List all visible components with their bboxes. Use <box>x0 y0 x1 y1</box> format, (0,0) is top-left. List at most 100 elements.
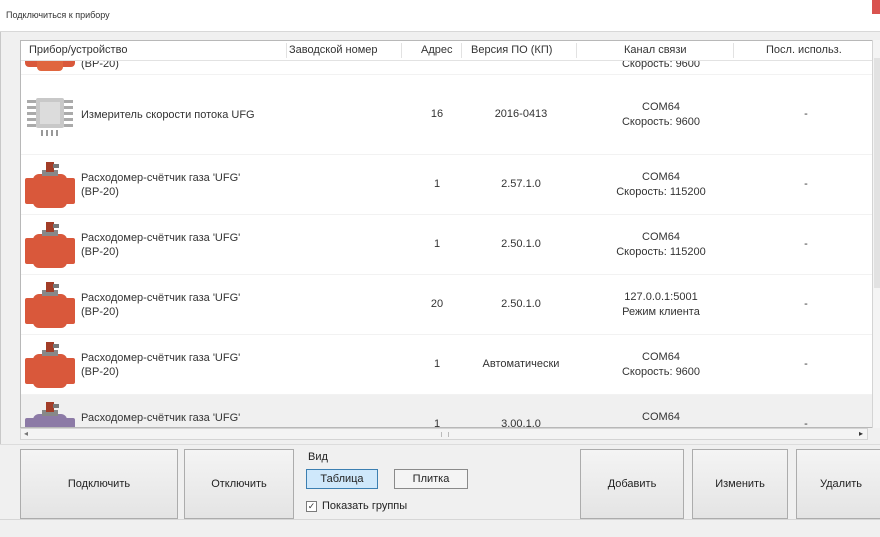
device-version: 2.50.1.0 <box>501 298 541 310</box>
device-table: Прибор/устройство Заводской номер Адрес … <box>20 40 880 428</box>
device-name-line1: Расходомер-счётчик газа 'UFG' <box>81 232 241 244</box>
table-row-partial[interactable]: (ВР-20) Скорость: 9600 <box>21 61 880 75</box>
device-name-line1: Расходомер-счётчик газа 'UFG' <box>81 412 241 424</box>
show-groups-label: Показать группы <box>322 500 408 512</box>
channel-port: COM64 <box>642 351 680 363</box>
device-name-line1: Измеритель скорости потока UFG <box>81 109 255 121</box>
channel-speed: Скорость: 9600 <box>621 366 701 378</box>
view-table-toggle[interactable]: Таблица <box>306 469 378 489</box>
device-last-used: - <box>804 178 808 190</box>
show-groups-checkbox[interactable]: ✓ Показать группы <box>306 500 407 512</box>
col-separator <box>733 43 734 58</box>
device-last-used: - <box>804 108 808 120</box>
close-button[interactable] <box>872 0 880 14</box>
channel-port: 127.0.0.1:5001 <box>624 291 698 303</box>
device-name: Расходомер-счётчик газа 'UFG' (ВР-20) <box>81 171 240 199</box>
view-tile-toggle[interactable]: Плитка <box>394 469 468 489</box>
device-version: 2.50.1.0 <box>501 238 541 250</box>
horizontal-scrollbar[interactable]: ◂ ▸ <box>20 428 868 440</box>
scroll-right-icon[interactable]: ▸ <box>859 429 863 438</box>
device-address: 1 <box>433 178 441 190</box>
window-title: Подключиться к прибору <box>6 10 110 20</box>
channel-speed: Скорость: 115200 <box>616 246 706 258</box>
col-separator <box>461 43 462 58</box>
checkbox-icon[interactable]: ✓ <box>306 500 317 512</box>
channel-speed: Режим клиента <box>622 306 700 318</box>
col-last-used[interactable]: Посл. использ. <box>766 44 842 56</box>
col-channel[interactable]: Канал связи <box>624 44 687 56</box>
vertical-scrollbar[interactable] <box>872 40 880 428</box>
flowmeter-icon <box>25 61 75 71</box>
col-device[interactable]: Прибор/устройство <box>29 44 127 56</box>
disconnect-button[interactable]: Отключить <box>184 449 294 519</box>
device-name: (ВР-20) <box>81 61 119 70</box>
col-address[interactable]: Адрес <box>421 44 453 56</box>
table-row[interactable]: Расходомер-счётчик газа 'UFG' (ВР-20) 1 2… <box>21 155 880 215</box>
device-channel: COM64 Скорость: 9600 <box>591 100 731 130</box>
device-channel: COM64 Скорость: 115200 <box>591 170 731 200</box>
device-address: 16 <box>430 108 444 120</box>
device-name-line1: Расходомер-счётчик газа 'UFG' <box>81 292 241 304</box>
device-name-line2: (ВР-20) <box>81 246 119 258</box>
device-name-line1: Расходомер-счётчик газа 'UFG' <box>81 352 241 364</box>
scroll-left-icon[interactable]: ◂ <box>24 429 28 438</box>
device-channel: COM64 Скорость: 115200 <box>591 230 731 260</box>
vertical-scroll-thumb[interactable] <box>874 58 880 288</box>
col-serial[interactable]: Заводской номер <box>289 44 378 56</box>
table-row[interactable]: Расходомер-счётчик газа 'UFG'(ВР-20) 1 3… <box>21 395 880 428</box>
device-channel: COM64Скорость: 9600 <box>591 410 731 427</box>
device-name-line2: (ВР-20) <box>81 306 119 318</box>
device-name-line1: Расходомер-счётчик газа 'UFG' <box>81 172 241 184</box>
device-version: 2016-0413 <box>494 108 548 120</box>
device-address: 1 <box>433 238 441 250</box>
device-address: 1 <box>433 358 441 370</box>
view-label: Вид <box>308 451 328 463</box>
device-last-used: - <box>804 358 808 370</box>
channel-port: COM64 <box>642 101 680 113</box>
col-separator <box>401 43 402 58</box>
table-row[interactable]: Расходомер-счётчик газа 'UFG' (ВР-20) 1 А… <box>21 335 880 395</box>
device-channel: 127.0.0.1:5001 Режим клиента <box>591 290 731 320</box>
table-row[interactable]: Расходомер-счётчик газа 'UFG' (ВР-20) 1 2… <box>21 215 880 275</box>
status-bar <box>0 519 880 537</box>
channel-port: COM64 <box>642 231 680 243</box>
device-last-used: - <box>804 298 808 310</box>
flowmeter-icon <box>25 402 75 427</box>
action-panel: Подключить Отключить Вид Таблица Плитка … <box>0 444 880 519</box>
connect-button[interactable]: Подключить <box>20 449 178 519</box>
device-version: 2.57.1.0 <box>501 178 541 190</box>
device-name-line2: (ВР-20) <box>81 186 119 198</box>
device-name-line2: (ВР-20) <box>81 366 119 378</box>
device-last-used: - <box>804 238 808 250</box>
device-address: 1 <box>433 418 441 428</box>
flowmeter-icon <box>25 342 75 388</box>
device-address: 20 <box>430 298 444 310</box>
add-button[interactable]: Добавить <box>580 449 684 519</box>
device-name: Расходомер-счётчик газа 'UFG'(ВР-20) <box>81 411 241 427</box>
channel-speed: Скорость: 9600 <box>621 61 701 70</box>
device-name: Расходомер-счётчик газа 'UFG' (ВР-20) <box>81 231 240 259</box>
chip-icon <box>27 98 73 136</box>
col-separator <box>576 43 577 58</box>
device-last-used: - <box>804 418 808 428</box>
device-name: Расходомер-счётчик газа 'UFG' (ВР-20) <box>81 291 240 319</box>
edit-button[interactable]: Изменить <box>692 449 788 519</box>
channel-port: COM64 <box>642 411 680 423</box>
table-row[interactable]: Измеритель скорости потока UFG 16 2016-0… <box>21 75 880 155</box>
channel-speed: Скорость: 9600 <box>621 116 701 128</box>
table-row[interactable]: Расходомер-счётчик газа 'UFG' (ВР-20) 20 … <box>21 275 880 335</box>
device-channel: COM64 Скорость: 9600 <box>591 350 731 380</box>
title-bar: Подключиться к прибору <box>0 0 880 32</box>
col-separator <box>286 43 287 58</box>
table-header: Прибор/устройство Заводской номер Адрес … <box>21 41 880 61</box>
device-name: Измеритель скорости потока UFG <box>81 108 255 122</box>
device-version: 3.00.1.0 <box>501 418 541 428</box>
channel-speed: Скорость: 115200 <box>616 186 706 198</box>
device-version: Автоматически <box>482 358 560 370</box>
channel-port: COM64 <box>642 171 680 183</box>
device-name: Расходомер-счётчик газа 'UFG' (ВР-20) <box>81 351 240 379</box>
flowmeter-icon <box>25 162 75 208</box>
col-version[interactable]: Версия ПО (КП) <box>471 44 552 56</box>
delete-button[interactable]: Удалить <box>796 449 880 519</box>
scroll-thumb-grip[interactable] <box>441 432 449 437</box>
